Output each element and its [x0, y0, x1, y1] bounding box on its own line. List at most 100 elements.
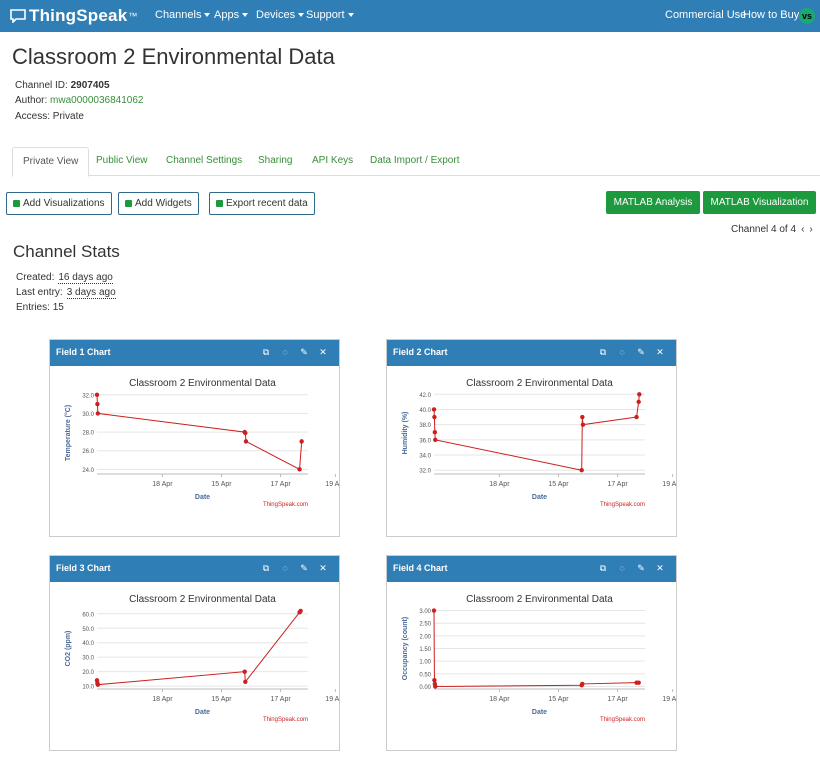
data-point[interactable]	[297, 467, 302, 472]
tab-public-view[interactable]: Public View	[96, 147, 148, 175]
comment-icon[interactable]: ◌	[616, 562, 628, 574]
x-tick-label: 17 Apr	[270, 481, 291, 488]
comment-icon[interactable]: ◌	[279, 346, 291, 358]
chart-title: Classroom 2 Environmental Data	[129, 378, 276, 389]
data-point[interactable]	[433, 437, 438, 443]
nav-support[interactable]: Support	[306, 9, 354, 21]
y-axis-label: Occupancy (count)	[402, 617, 409, 680]
nav-devices[interactable]: Devices	[256, 9, 305, 21]
tab-api-keys[interactable]: API Keys	[312, 147, 353, 175]
nav-commercial-use[interactable]: Commercial Use	[665, 9, 746, 21]
close-icon[interactable]: ✕	[317, 562, 329, 574]
data-point[interactable]	[243, 430, 248, 436]
nav-channels[interactable]: Channels	[155, 9, 211, 21]
data-point[interactable]	[431, 407, 437, 412]
add-visualizations-button[interactable]: Add Visualizations	[6, 192, 112, 215]
user-avatar[interactable]: vs	[799, 8, 815, 24]
author-link[interactable]: mwa0000036841062	[50, 95, 143, 106]
thingspeak-logo[interactable]: ThingSpeak ™	[10, 6, 137, 26]
external-link-icon[interactable]: ⧉	[597, 346, 609, 358]
y-tick-label: 36.0	[419, 438, 431, 444]
y-tick-label: 0.50	[419, 672, 431, 678]
chart-credit: ThingSpeak.com	[600, 502, 645, 508]
tab-data-import-export[interactable]: Data Import / Export	[370, 147, 459, 175]
data-point[interactable]	[579, 468, 584, 473]
data-point[interactable]	[242, 669, 247, 674]
card-title: Field 2 Chart	[393, 347, 448, 357]
x-tick-label: 15 Apr	[211, 696, 232, 703]
field-3-chart-card: Field 3 Chart ⧉ ◌ ✎ ✕ Classroom 2 Environment…	[49, 555, 340, 751]
add-widgets-label: Add Widgets	[135, 198, 192, 209]
data-point[interactable]	[636, 399, 641, 405]
x-tick-label: 19 Apr	[662, 696, 676, 703]
pencil-icon[interactable]: ✎	[298, 346, 310, 358]
matlab-visualization-button[interactable]: MATLAB Visualization	[703, 191, 816, 214]
tab-channel-settings[interactable]: Channel Settings	[166, 147, 242, 175]
chevron-right-icon[interactable]: ›	[809, 224, 812, 235]
comment-icon[interactable]: ◌	[279, 562, 291, 574]
close-icon[interactable]: ✕	[654, 562, 666, 574]
y-tick-label: 1.00	[419, 660, 431, 666]
brand-tm: ™	[128, 11, 138, 21]
tab-sharing[interactable]: Sharing	[258, 147, 292, 175]
y-tick-label: 32.0	[419, 469, 431, 475]
export-recent-data-button[interactable]: Export recent data	[209, 192, 315, 215]
data-point[interactable]	[432, 677, 437, 683]
pencil-icon[interactable]: ✎	[298, 562, 310, 574]
x-tick-label: 19 Apr	[325, 481, 339, 488]
close-icon[interactable]: ✕	[317, 346, 329, 358]
y-axis-label: Temperature (°C)	[64, 405, 72, 461]
data-point[interactable]	[636, 680, 641, 685]
y-axis-label: Humidity (%)	[402, 412, 409, 455]
stat-entries: Entries: 15	[16, 302, 64, 313]
channel-id-value: 2907405	[70, 80, 110, 91]
data-point[interactable]	[637, 392, 642, 397]
external-link-icon[interactable]: ⧉	[260, 562, 272, 574]
data-point[interactable]	[580, 681, 585, 687]
data-point[interactable]	[298, 608, 303, 614]
y-tick-label: 2.50	[419, 622, 431, 628]
external-link-icon[interactable]: ⧉	[260, 346, 272, 358]
add-visualizations-label: Add Visualizations	[23, 198, 105, 209]
edit-square-icon	[216, 200, 223, 207]
author-label: Author:	[15, 95, 48, 106]
nav-how-to-buy[interactable]: How to Buy	[743, 9, 799, 21]
x-axis-label: Date	[195, 709, 210, 716]
chevron-left-icon[interactable]: ‹	[801, 224, 804, 235]
data-point[interactable]	[299, 439, 304, 444]
data-point[interactable]	[243, 439, 249, 444]
external-link-icon[interactable]: ⧉	[597, 562, 609, 574]
data-point[interactable]	[433, 684, 438, 689]
y-tick-label: 24.0	[82, 468, 94, 474]
x-tick-label: 18 Apr	[152, 481, 173, 488]
card-header: Field 3 Chart ⧉ ◌ ✎ ✕	[50, 556, 339, 582]
nav-apps[interactable]: Apps	[214, 9, 249, 21]
data-point[interactable]	[95, 411, 101, 416]
pencil-icon[interactable]: ✎	[635, 562, 647, 574]
data-point[interactable]	[95, 401, 100, 407]
field-4-chart-card: Field 4 Chart ⧉ ◌ ✎ ✕ Classroom 2 Environment…	[386, 555, 677, 751]
pager-text: Channel 4 of 4	[731, 224, 797, 235]
data-point[interactable]	[243, 679, 248, 684]
data-point[interactable]	[580, 422, 586, 427]
data-point[interactable]	[580, 414, 585, 420]
chart-title: Classroom 2 Environmental Data	[466, 378, 613, 389]
x-tick-label: 15 Apr	[548, 696, 569, 703]
data-point[interactable]	[634, 414, 639, 420]
data-point[interactable]	[432, 414, 437, 420]
data-point[interactable]	[431, 608, 437, 613]
author-row: Author: mwa0000036841062	[15, 95, 143, 106]
stat-created: Created: 16 days ago	[16, 272, 113, 284]
y-tick-label: 20.0	[82, 670, 94, 676]
data-point[interactable]	[432, 430, 438, 435]
add-widgets-button[interactable]: Add Widgets	[118, 192, 199, 215]
data-point[interactable]	[94, 392, 100, 397]
close-icon[interactable]: ✕	[654, 346, 666, 358]
x-tick-label: 17 Apr	[607, 696, 628, 703]
matlab-analysis-button[interactable]: MATLAB Analysis	[606, 191, 700, 214]
pencil-icon[interactable]: ✎	[635, 346, 647, 358]
data-point[interactable]	[95, 682, 101, 687]
stat-created-value: 16 days ago	[58, 272, 113, 284]
comment-icon[interactable]: ◌	[616, 346, 628, 358]
tab-private-view[interactable]: Private View	[12, 147, 90, 177]
